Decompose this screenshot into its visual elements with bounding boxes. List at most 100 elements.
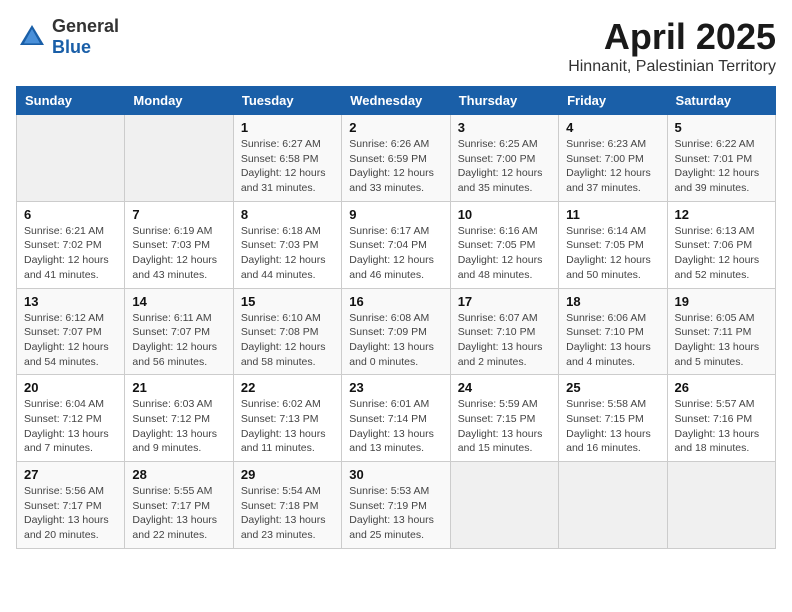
day-number: 30 [349, 467, 442, 482]
page-header: General Blue April 2025 Hinnanit, Palest… [16, 16, 776, 76]
day-number: 6 [24, 207, 117, 222]
calendar-cell: 27 Sunrise: 5:56 AM Sunset: 7:17 PM Dayli… [17, 462, 125, 549]
calendar-cell: 6 Sunrise: 6:21 AM Sunset: 7:02 PM Daylig… [17, 201, 125, 288]
day-info: Sunrise: 6:25 AM Sunset: 7:00 PM Dayligh… [458, 137, 551, 196]
day-info: Sunrise: 5:59 AM Sunset: 7:15 PM Dayligh… [458, 397, 551, 456]
weekday-header: Saturday [667, 87, 775, 115]
calendar-table: SundayMondayTuesdayWednesdayThursdayFrid… [16, 86, 776, 549]
weekday-header: Tuesday [233, 87, 341, 115]
day-info: Sunrise: 5:53 AM Sunset: 7:19 PM Dayligh… [349, 484, 442, 543]
calendar-cell: 30 Sunrise: 5:53 AM Sunset: 7:19 PM Dayli… [342, 462, 450, 549]
calendar-cell: 9 Sunrise: 6:17 AM Sunset: 7:04 PM Daylig… [342, 201, 450, 288]
day-number: 2 [349, 120, 442, 135]
calendar-cell [125, 115, 233, 202]
day-number: 26 [675, 380, 768, 395]
day-number: 19 [675, 294, 768, 309]
day-info: Sunrise: 6:27 AM Sunset: 6:58 PM Dayligh… [241, 137, 334, 196]
calendar-cell: 12 Sunrise: 6:13 AM Sunset: 7:06 PM Dayli… [667, 201, 775, 288]
day-info: Sunrise: 5:56 AM Sunset: 7:17 PM Dayligh… [24, 484, 117, 543]
calendar-cell: 25 Sunrise: 5:58 AM Sunset: 7:15 PM Dayli… [559, 375, 667, 462]
day-info: Sunrise: 6:19 AM Sunset: 7:03 PM Dayligh… [132, 224, 225, 283]
calendar-cell: 16Sunrise: 6:08 AM Sunset: 7:09 PM Dayli… [342, 288, 450, 375]
logo-blue: Blue [52, 37, 91, 57]
day-number: 9 [349, 207, 442, 222]
weekday-header: Friday [559, 87, 667, 115]
calendar-cell: 10 Sunrise: 6:16 AM Sunset: 7:05 PM Dayli… [450, 201, 558, 288]
logo: General Blue [16, 16, 119, 58]
calendar-week-row: 13Sunrise: 6:12 AM Sunset: 7:07 PM Dayli… [17, 288, 776, 375]
day-info: Sunrise: 6:07 AM Sunset: 7:10 PM Dayligh… [458, 311, 551, 370]
weekday-header: Wednesday [342, 87, 450, 115]
title-area: April 2025 Hinnanit, Palestinian Territo… [568, 16, 776, 76]
calendar-cell: 22Sunrise: 6:02 AM Sunset: 7:13 PM Dayli… [233, 375, 341, 462]
calendar-cell: 2 Sunrise: 6:26 AM Sunset: 6:59 PM Daylig… [342, 115, 450, 202]
day-number: 7 [132, 207, 225, 222]
day-info: Sunrise: 6:14 AM Sunset: 7:05 PM Dayligh… [566, 224, 659, 283]
calendar-week-row: 1 Sunrise: 6:27 AM Sunset: 6:58 PM Daylig… [17, 115, 776, 202]
calendar-cell [667, 462, 775, 549]
weekday-header: Sunday [17, 87, 125, 115]
day-info: Sunrise: 6:21 AM Sunset: 7:02 PM Dayligh… [24, 224, 117, 283]
logo-general: General [52, 16, 119, 36]
day-number: 17 [458, 294, 551, 309]
day-number: 25 [566, 380, 659, 395]
calendar-week-row: 27 Sunrise: 5:56 AM Sunset: 7:17 PM Dayli… [17, 462, 776, 549]
day-number: 22 [241, 380, 334, 395]
main-title: April 2025 [568, 16, 776, 58]
day-number: 3 [458, 120, 551, 135]
day-number: 29 [241, 467, 334, 482]
day-info: Sunrise: 6:13 AM Sunset: 7:06 PM Dayligh… [675, 224, 768, 283]
day-info: Sunrise: 6:04 AM Sunset: 7:12 PM Dayligh… [24, 397, 117, 456]
day-info: Sunrise: 6:12 AM Sunset: 7:07 PM Dayligh… [24, 311, 117, 370]
day-info: Sunrise: 6:18 AM Sunset: 7:03 PM Dayligh… [241, 224, 334, 283]
calendar-cell: 13Sunrise: 6:12 AM Sunset: 7:07 PM Dayli… [17, 288, 125, 375]
calendar-cell: 26 Sunrise: 5:57 AM Sunset: 7:16 PM Dayli… [667, 375, 775, 462]
day-info: Sunrise: 6:17 AM Sunset: 7:04 PM Dayligh… [349, 224, 442, 283]
day-info: Sunrise: 6:10 AM Sunset: 7:08 PM Dayligh… [241, 311, 334, 370]
day-info: Sunrise: 6:05 AM Sunset: 7:11 PM Dayligh… [675, 311, 768, 370]
day-number: 12 [675, 207, 768, 222]
calendar-cell: 5Sunrise: 6:22 AM Sunset: 7:01 PM Daylig… [667, 115, 775, 202]
day-number: 8 [241, 207, 334, 222]
calendar-cell: 19 Sunrise: 6:05 AM Sunset: 7:11 PM Dayli… [667, 288, 775, 375]
calendar-cell: 28Sunrise: 5:55 AM Sunset: 7:17 PM Dayli… [125, 462, 233, 549]
day-number: 23 [349, 380, 442, 395]
calendar-cell: 18Sunrise: 6:06 AM Sunset: 7:10 PM Dayli… [559, 288, 667, 375]
day-info: Sunrise: 6:01 AM Sunset: 7:14 PM Dayligh… [349, 397, 442, 456]
subtitle: Hinnanit, Palestinian Territory [568, 58, 776, 76]
day-number: 14 [132, 294, 225, 309]
calendar-week-row: 20Sunrise: 6:04 AM Sunset: 7:12 PM Dayli… [17, 375, 776, 462]
day-info: Sunrise: 5:54 AM Sunset: 7:18 PM Dayligh… [241, 484, 334, 543]
day-info: Sunrise: 6:08 AM Sunset: 7:09 PM Dayligh… [349, 311, 442, 370]
day-number: 1 [241, 120, 334, 135]
day-number: 10 [458, 207, 551, 222]
calendar-cell: 17 Sunrise: 6:07 AM Sunset: 7:10 PM Dayli… [450, 288, 558, 375]
calendar-cell: 15 Sunrise: 6:10 AM Sunset: 7:08 PM Dayli… [233, 288, 341, 375]
day-info: Sunrise: 6:26 AM Sunset: 6:59 PM Dayligh… [349, 137, 442, 196]
calendar-cell: 29 Sunrise: 5:54 AM Sunset: 7:18 PM Dayli… [233, 462, 341, 549]
calendar-cell: 11Sunrise: 6:14 AM Sunset: 7:05 PM Dayli… [559, 201, 667, 288]
calendar-cell: 3 Sunrise: 6:25 AM Sunset: 7:00 PM Daylig… [450, 115, 558, 202]
day-info: Sunrise: 6:03 AM Sunset: 7:12 PM Dayligh… [132, 397, 225, 456]
day-number: 4 [566, 120, 659, 135]
calendar-cell: 8 Sunrise: 6:18 AM Sunset: 7:03 PM Daylig… [233, 201, 341, 288]
calendar-cell [450, 462, 558, 549]
day-number: 15 [241, 294, 334, 309]
day-info: Sunrise: 5:58 AM Sunset: 7:15 PM Dayligh… [566, 397, 659, 456]
calendar-cell: 14Sunrise: 6:11 AM Sunset: 7:07 PM Dayli… [125, 288, 233, 375]
day-number: 27 [24, 467, 117, 482]
calendar-cell: 7 Sunrise: 6:19 AM Sunset: 7:03 PM Daylig… [125, 201, 233, 288]
calendar-cell: 23 Sunrise: 6:01 AM Sunset: 7:14 PM Dayli… [342, 375, 450, 462]
calendar-cell [559, 462, 667, 549]
day-info: Sunrise: 6:16 AM Sunset: 7:05 PM Dayligh… [458, 224, 551, 283]
weekday-header: Monday [125, 87, 233, 115]
day-info: Sunrise: 5:57 AM Sunset: 7:16 PM Dayligh… [675, 397, 768, 456]
day-number: 18 [566, 294, 659, 309]
calendar-week-row: 6 Sunrise: 6:21 AM Sunset: 7:02 PM Daylig… [17, 201, 776, 288]
calendar-cell: 21Sunrise: 6:03 AM Sunset: 7:12 PM Dayli… [125, 375, 233, 462]
day-info: Sunrise: 5:55 AM Sunset: 7:17 PM Dayligh… [132, 484, 225, 543]
weekday-header: Thursday [450, 87, 558, 115]
day-number: 24 [458, 380, 551, 395]
day-info: Sunrise: 6:23 AM Sunset: 7:00 PM Dayligh… [566, 137, 659, 196]
day-info: Sunrise: 6:22 AM Sunset: 7:01 PM Dayligh… [675, 137, 768, 196]
